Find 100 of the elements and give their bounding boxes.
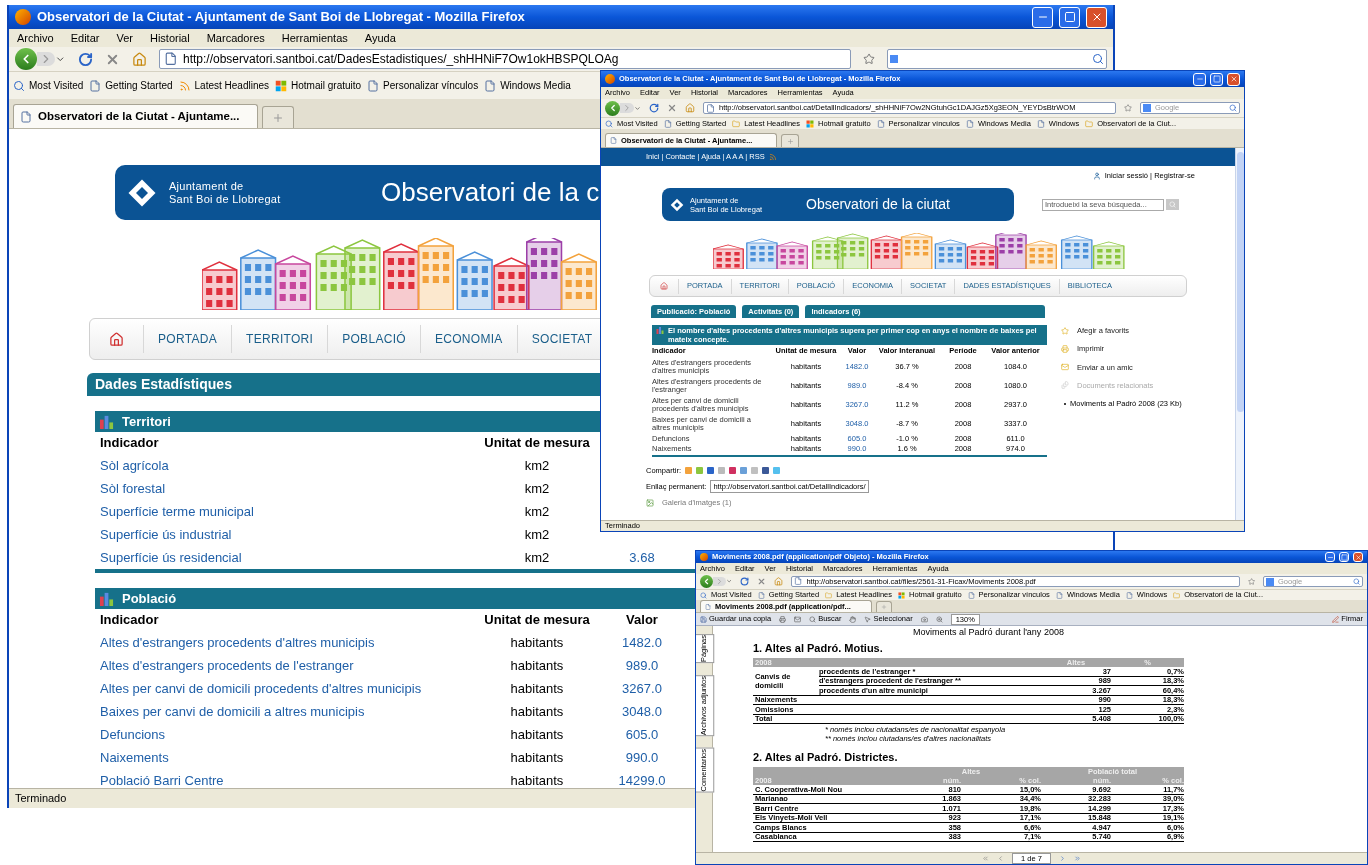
indicator-link[interactable]: Sòl forestal xyxy=(100,478,166,499)
indicator-link[interactable]: Població Barri Centre xyxy=(100,770,224,788)
bookmark-item[interactable]: Getting Started xyxy=(89,78,173,93)
nav-link[interactable]: PORTADA xyxy=(158,330,217,348)
value-link[interactable]: 990.0 xyxy=(625,747,659,768)
folder-icon xyxy=(825,591,833,599)
reload-icon[interactable] xyxy=(740,577,750,586)
value-link[interactable]: 3048.0 xyxy=(622,701,662,722)
indicator-link[interactable]: Superfície ús industrial xyxy=(100,524,232,545)
menu-item[interactable]: Ver xyxy=(116,29,133,47)
reload-icon[interactable] xyxy=(77,51,93,67)
bookmark-item[interactable]: Personalizar vínculos xyxy=(367,78,479,93)
home-icon[interactable] xyxy=(660,282,668,290)
close-button[interactable] xyxy=(1086,6,1107,28)
column-header: Unitat de mesura xyxy=(483,611,591,630)
nav-link[interactable]: SOCIETAT xyxy=(531,330,593,348)
maximize-button[interactable] xyxy=(1059,6,1080,28)
value-link[interactable]: 605.0 xyxy=(625,724,659,745)
browser-tab[interactable]: Observatori de la Ciutat - Ajuntame... xyxy=(13,104,258,128)
minimize-button[interactable] xyxy=(1032,6,1053,28)
feed-icon[interactable] xyxy=(768,153,777,161)
new-tab-button[interactable] xyxy=(781,134,799,147)
value-link[interactable]: 1482.0 xyxy=(622,632,662,653)
new-tab-button[interactable] xyxy=(876,601,892,612)
bookmark-item[interactable]: Latest Headlines xyxy=(178,78,270,93)
cursor-icon xyxy=(864,615,872,623)
maximize-button[interactable] xyxy=(1339,552,1349,562)
bookmark-star-icon[interactable] xyxy=(1124,104,1132,112)
caret-icon[interactable] xyxy=(726,578,733,585)
indicator-link[interactable]: Altes d'estrangers procedents d'altres municipis xyxy=(100,632,375,653)
indicator-link[interactable]: Sòl agrícola xyxy=(100,455,169,476)
nav-link[interactable]: TERRITORI xyxy=(246,330,314,348)
value-link[interactable]: 3267.0 xyxy=(622,678,662,699)
forward-button[interactable] xyxy=(620,103,634,113)
bookmark-item[interactable]: Most Visited xyxy=(13,78,84,93)
page-icon xyxy=(484,79,497,92)
search-engine-icon xyxy=(890,55,898,63)
caret-icon[interactable] xyxy=(634,104,641,112)
value-link[interactable]: 989.0 xyxy=(625,655,659,676)
next-page-icon[interactable] xyxy=(1058,855,1066,862)
search-icon[interactable] xyxy=(1229,104,1237,112)
camera-icon[interactable] xyxy=(920,615,928,623)
stop-icon[interactable] xyxy=(667,103,677,113)
column-header: Indicador xyxy=(100,434,160,453)
zoom-in-icon[interactable] xyxy=(935,615,943,623)
previous-page-icon[interactable] xyxy=(997,855,1005,862)
reload-icon[interactable] xyxy=(649,103,659,113)
indicator-link[interactable]: Naixements xyxy=(100,747,169,768)
section-title: Dades Estadístiques xyxy=(95,375,232,394)
stop-icon[interactable] xyxy=(757,577,767,586)
indicator-link[interactable]: Altes d'estrangers procedents de l'estranger xyxy=(100,655,354,676)
indicator-link[interactable]: Altes per canvi de domicili procedents d'altres municipis xyxy=(100,678,422,699)
forward-button[interactable] xyxy=(713,577,726,586)
page-icon xyxy=(965,119,974,128)
close-button[interactable] xyxy=(1353,552,1363,562)
mail-icon[interactable] xyxy=(794,615,802,623)
value-link[interactable]: 14299.0 xyxy=(618,770,666,788)
nav-link[interactable]: POBLACIÓ xyxy=(342,330,406,348)
home-icon[interactable] xyxy=(131,51,147,67)
page-icon xyxy=(876,119,885,128)
indicator-link[interactable]: Baixes per canvi de domicili a altres municipis xyxy=(100,701,365,722)
address-field[interactable]: http://observatori.santboi.cat/DadesEstadistiques/_shHHNiF7Ow1okHBSPQLOAg xyxy=(158,49,851,69)
back-button[interactable] xyxy=(605,100,620,116)
scrollbar[interactable] xyxy=(1235,148,1244,520)
search-field[interactable] xyxy=(887,49,1107,69)
nav-link[interactable]: ECONOMIA xyxy=(434,330,503,348)
menu-item[interactable]: Archivo xyxy=(17,29,54,47)
back-button[interactable] xyxy=(700,575,713,588)
menu-item[interactable]: Marcadores xyxy=(206,29,265,47)
page-icon xyxy=(794,577,803,586)
maximize-button[interactable] xyxy=(1210,72,1223,86)
forward-button[interactable] xyxy=(37,52,55,66)
menu-item[interactable]: Editar xyxy=(70,29,100,47)
home-icon[interactable] xyxy=(774,577,784,586)
bookmark-star-icon[interactable] xyxy=(863,53,875,65)
menu-item[interactable]: Ayuda xyxy=(364,29,396,47)
site-title: Observatori de la ciutat xyxy=(806,195,950,214)
minimize-button[interactable] xyxy=(1193,72,1206,86)
bookmark-item[interactable]: Hotmail gratuito xyxy=(275,78,362,93)
indicator-link[interactable]: Superfície ús residencial xyxy=(100,547,242,568)
search-icon[interactable] xyxy=(1352,577,1360,586)
close-button[interactable] xyxy=(1227,72,1240,86)
bookmark-star-icon[interactable] xyxy=(1247,577,1255,586)
indicator-link[interactable]: Defuncions xyxy=(100,724,166,745)
hand-tool-icon[interactable] xyxy=(849,615,857,623)
menu-item[interactable]: Herramientas xyxy=(281,29,348,47)
print-icon[interactable] xyxy=(779,615,787,623)
value-link[interactable]: 3.68 xyxy=(629,547,655,568)
back-button[interactable] xyxy=(15,48,37,70)
first-page-icon[interactable] xyxy=(982,855,990,862)
new-tab-button[interactable] xyxy=(262,106,294,128)
last-page-icon[interactable] xyxy=(1073,855,1081,862)
search-icon[interactable] xyxy=(1092,53,1104,65)
home-icon[interactable] xyxy=(109,331,124,347)
scroll-thumb[interactable] xyxy=(1236,152,1244,412)
menu-item[interactable]: Historial xyxy=(149,29,190,47)
unit-cell-text: km2 xyxy=(524,548,550,567)
indicator-link[interactable]: Superfície terme municipal xyxy=(100,501,254,522)
minimize-button[interactable] xyxy=(1325,552,1335,562)
bookmark-item[interactable]: Windows Media xyxy=(484,78,571,93)
